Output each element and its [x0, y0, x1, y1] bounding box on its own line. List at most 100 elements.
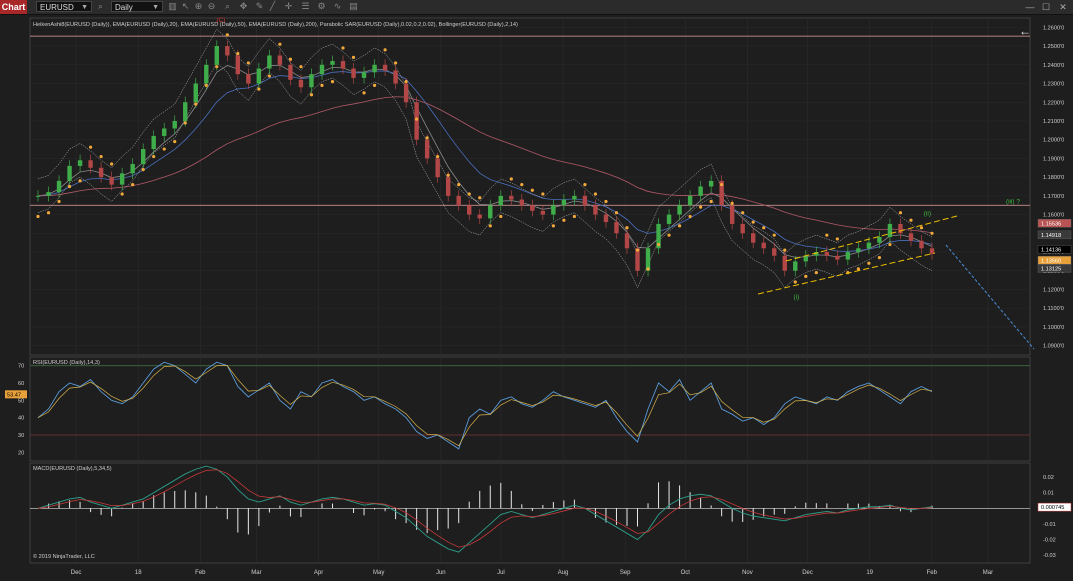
- sar-dot: [751, 220, 755, 224]
- candle-body: [183, 102, 188, 121]
- cursor-icon[interactable]: ↖: [180, 1, 191, 12]
- pencil-icon[interactable]: ✎: [254, 1, 265, 12]
- price-tick-label: 1.1700'0: [1043, 194, 1064, 200]
- candle-body: [172, 120, 177, 129]
- candle-body: [130, 164, 135, 174]
- sar-dot: [330, 80, 335, 84]
- rsi-tick-label: 30: [18, 433, 24, 439]
- sar-dot: [99, 154, 103, 159]
- candle-body: [561, 199, 567, 206]
- sar-dot: [720, 183, 724, 187]
- crosshair-icon[interactable]: ✛: [283, 1, 294, 12]
- sar-dot: [877, 256, 882, 260]
- candle-body: [772, 248, 777, 256]
- rsi-tick-label: 50: [18, 398, 24, 404]
- candle-body: [593, 205, 598, 215]
- candle-body: [445, 177, 451, 196]
- rsi-tick-label: 70: [18, 364, 24, 370]
- candle-body: [919, 240, 924, 249]
- maximize-icon[interactable]: ☐: [1038, 0, 1054, 14]
- candle-body: [119, 173, 125, 185]
- x-tick-label: Oct: [681, 570, 691, 576]
- candle-body: [267, 55, 272, 69]
- back-arrow-icon[interactable]: ←: [1019, 24, 1031, 38]
- zoom-in-icon[interactable]: ⊕: [193, 1, 204, 12]
- candle-body: [498, 195, 503, 206]
- sar-dot: [520, 183, 524, 187]
- chart-area[interactable]: 1.2600'0 1.2500'0 1.2400'0 1.2300'0 1.2200'0…: [0, 15, 1073, 581]
- candle-body: [698, 186, 703, 196]
- candle-body: [193, 83, 198, 103]
- indicator-icon[interactable]: ∿: [332, 1, 343, 12]
- close-icon[interactable]: ✕: [1055, 0, 1071, 14]
- sar-dot: [835, 237, 839, 241]
- sar-dot: [488, 224, 492, 228]
- sar-dot: [783, 248, 787, 252]
- candle-body: [887, 223, 893, 238]
- sar-dot: [593, 192, 598, 196]
- macd-tick-label: -0.01: [1043, 522, 1056, 528]
- sar-dot: [919, 226, 924, 230]
- candle-body: [88, 160, 93, 168]
- sar-dot: [614, 211, 619, 215]
- wave-label: (iii) ?: [1006, 198, 1020, 205]
- sar-dot: [362, 91, 366, 95]
- settings-icon[interactable]: ⚙: [316, 1, 327, 12]
- sar-dot: [793, 280, 797, 284]
- price-tick-label: 1.2200'0: [1043, 100, 1064, 106]
- sar-dot: [804, 274, 808, 278]
- candle-body: [572, 195, 577, 200]
- candle-body: [761, 242, 766, 249]
- macd-tick-label: -0.03: [1043, 553, 1056, 559]
- interval-label: Daily: [115, 3, 133, 12]
- wave-label: (i): [794, 294, 800, 301]
- candle-body: [56, 180, 62, 193]
- price-tick-label: 1.1100'0: [1043, 306, 1064, 312]
- candle-body: [309, 74, 314, 88]
- price-tick-label: 1.1800'0: [1043, 175, 1064, 181]
- candle-body: [67, 165, 72, 181]
- line-tool-icon[interactable]: ╱: [267, 1, 278, 12]
- sar-dot: [141, 168, 145, 172]
- candle-body: [162, 128, 167, 136]
- list-icon[interactable]: ☰: [300, 1, 311, 12]
- x-tick-label: May: [373, 570, 384, 576]
- minimize-icon[interactable]: —: [1022, 0, 1038, 14]
- zoom-icon[interactable]: ⌕: [222, 1, 233, 12]
- copyright-label: © 2019 NinjaTrader, LLC: [33, 553, 95, 560]
- sar-dot: [246, 61, 250, 65]
- sar-dot: [825, 233, 829, 237]
- candle-body: [35, 195, 41, 197]
- sar-dot: [215, 65, 219, 69]
- x-tick-label: Mar: [983, 570, 993, 576]
- price-indicator-label: HeikenAshi8(EURUSD (Daily)), EMA(EURUSD …: [33, 22, 518, 28]
- search-icon[interactable]: ⌕: [95, 1, 106, 12]
- x-tick-label: Feb: [195, 570, 206, 576]
- sar-dot: [699, 205, 703, 209]
- candle-body: [403, 83, 409, 103]
- sar-dot: [204, 83, 208, 87]
- sar-dot: [425, 136, 429, 140]
- candle-body: [298, 79, 304, 88]
- sar-dot: [152, 154, 156, 159]
- sar-dot: [183, 121, 187, 125]
- chart-tab[interactable]: Chart: [0, 0, 27, 14]
- pan-icon[interactable]: ✥: [238, 1, 249, 12]
- price-tag-label: 1.13125: [1041, 266, 1061, 272]
- candle-body: [330, 61, 335, 65]
- sar-dot: [467, 192, 471, 196]
- instrument-selector[interactable]: EURUSD ▼: [36, 1, 92, 12]
- candle-body: [824, 252, 830, 256]
- candle-body: [509, 195, 514, 200]
- wave-label: (ii): [924, 211, 931, 218]
- sar-dot: [909, 218, 913, 222]
- properties-icon[interactable]: ▤: [348, 1, 359, 12]
- zoom-out-icon[interactable]: ⊖: [206, 1, 217, 12]
- macd-value-label: 0.000745: [1041, 505, 1064, 511]
- candle-body: [372, 64, 377, 73]
- candle-body: [582, 195, 588, 206]
- interval-selector[interactable]: Daily ▼: [111, 1, 163, 12]
- price-tick-label: 1.2400'0: [1043, 63, 1064, 69]
- candle-body: [729, 205, 735, 224]
- bar-chart-icon[interactable]: ▥: [167, 1, 178, 12]
